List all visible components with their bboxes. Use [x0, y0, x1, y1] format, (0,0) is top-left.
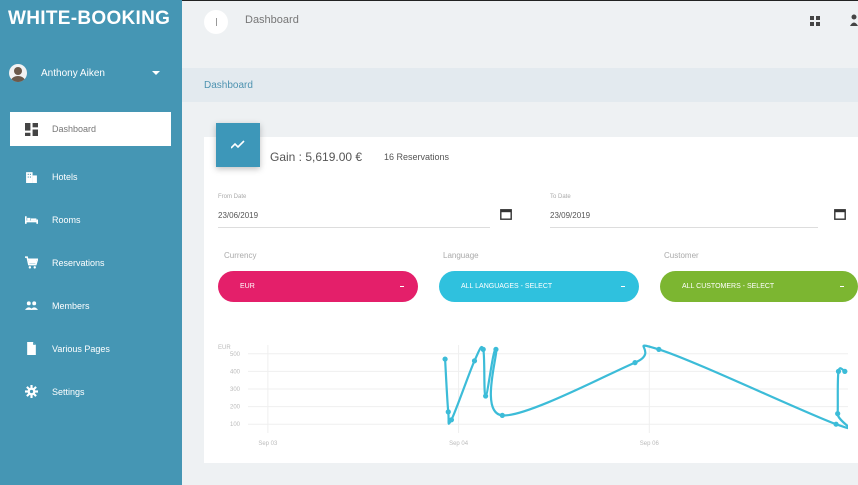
data-point[interactable]	[656, 346, 662, 352]
currency-label: Currency	[224, 251, 257, 260]
data-point[interactable]	[835, 368, 842, 374]
y-axis-label: EUR	[218, 345, 231, 351]
y-tick-label: 400	[230, 369, 241, 375]
account-icon[interactable]	[850, 14, 858, 26]
avatar	[9, 64, 27, 82]
chevron-down-icon	[621, 286, 625, 287]
cart-icon	[24, 256, 38, 270]
gain-line-chart: EUR 100 200 300 400 500 Sep 03 Sep 04 Sep 06	[218, 344, 848, 447]
data-point[interactable]	[493, 346, 499, 352]
x-tick-label: Sep 03	[258, 441, 278, 447]
customer-select[interactable]: ALL CUSTOMERS - SELECT	[660, 271, 858, 302]
breadcrumb-current[interactable]: Dashboard	[204, 80, 253, 91]
currency-value: EUR	[240, 283, 255, 290]
calendar-icon[interactable]	[834, 208, 846, 220]
sidebar-item-reservations[interactable]: Reservations	[0, 241, 182, 284]
to-date-underline	[550, 227, 818, 228]
gain-total: Gain : 5,619.00 €	[270, 150, 363, 164]
bed-icon	[24, 213, 38, 227]
data-point[interactable]	[448, 417, 455, 423]
data-point[interactable]	[471, 358, 478, 364]
building-icon	[24, 170, 38, 184]
apps-grid-icon[interactable]	[810, 16, 820, 26]
trend-icon	[216, 123, 260, 167]
sidebar-item-label: Various Pages	[52, 343, 110, 354]
from-date-underline	[218, 227, 490, 228]
language-select[interactable]: ALL LANGUAGES - SELECT	[439, 271, 639, 302]
language-label: Language	[443, 251, 479, 260]
data-point[interactable]	[632, 360, 638, 366]
people-icon	[24, 299, 38, 313]
calendar-icon[interactable]	[500, 208, 512, 220]
y-tick-label: 200	[230, 405, 241, 411]
language-value: ALL LANGUAGES - SELECT	[461, 283, 553, 290]
sidebar-item-hotels[interactable]: Hotels	[0, 155, 182, 198]
sidebar-item-label: Settings	[52, 386, 85, 397]
sidebar-menu: Dashboard Hotels Rooms Reservations Memb…	[0, 112, 182, 413]
from-date-label: From Date	[218, 194, 247, 200]
user-menu[interactable]: Anthony Aiken	[9, 58, 174, 88]
customer-value: ALL CUSTOMERS - SELECT	[682, 283, 775, 290]
topbar: Dashboard	[182, 0, 858, 46]
menu-toggle-icon	[215, 18, 217, 26]
file-icon	[24, 342, 38, 356]
sidebar-item-label: Rooms	[52, 214, 81, 225]
chevron-down-icon	[400, 286, 404, 287]
reservations-count: 16 Reservations	[384, 152, 450, 162]
data-point[interactable]	[833, 421, 839, 427]
sidebar-item-label: Dashboard	[52, 124, 97, 134]
sidebar-item-members[interactable]: Members	[0, 284, 182, 327]
data-point[interactable]	[442, 356, 448, 362]
currency-select[interactable]: EUR	[218, 271, 418, 302]
data-point[interactable]	[445, 409, 451, 415]
user-name: Anthony Aiken	[41, 67, 105, 79]
sidebar-item-settings[interactable]: Settings	[0, 370, 182, 413]
data-point[interactable]	[842, 368, 848, 374]
y-tick-label: 300	[230, 387, 241, 393]
customer-label: Customer	[664, 251, 699, 260]
data-point[interactable]	[483, 393, 489, 399]
page-title: Dashboard	[245, 14, 299, 26]
gear-icon	[24, 385, 38, 399]
x-tick-label: Sep 04	[449, 441, 469, 447]
to-date-label: To Date	[550, 194, 571, 200]
sidebar-item-dashboard[interactable]: Dashboard	[10, 112, 171, 146]
from-date-input[interactable]: 23/06/2019	[218, 211, 258, 220]
y-tick-label: 500	[230, 352, 241, 358]
sidebar-item-label: Reservations	[52, 257, 105, 268]
data-point[interactable]	[480, 346, 486, 352]
to-date-input[interactable]: 23/09/2019	[550, 211, 590, 220]
chevron-down-icon	[152, 71, 160, 75]
sidebar: WHITE-BOOKING Anthony Aiken Dashboard Ho…	[0, 0, 182, 485]
x-tick-label: Sep 06	[640, 441, 660, 447]
menu-toggle-button[interactable]	[204, 10, 228, 34]
sidebar-item-rooms[interactable]: Rooms	[0, 198, 182, 241]
series-line	[443, 344, 848, 430]
breadcrumb: Dashboard	[182, 68, 858, 102]
dashboard-icon	[24, 122, 38, 136]
sidebar-item-label: Members	[52, 300, 90, 311]
data-point[interactable]	[499, 412, 505, 418]
chevron-down-icon	[840, 286, 844, 287]
sidebar-item-label: Hotels	[52, 171, 78, 182]
brand-logo[interactable]: WHITE-BOOKING	[8, 8, 170, 30]
y-tick-label: 100	[230, 422, 241, 428]
dashboard-card: Gain : 5,619.00 € 16 Reservations From D…	[204, 123, 858, 463]
sidebar-item-various-pages[interactable]: Various Pages	[0, 327, 182, 370]
data-point[interactable]	[835, 411, 841, 417]
